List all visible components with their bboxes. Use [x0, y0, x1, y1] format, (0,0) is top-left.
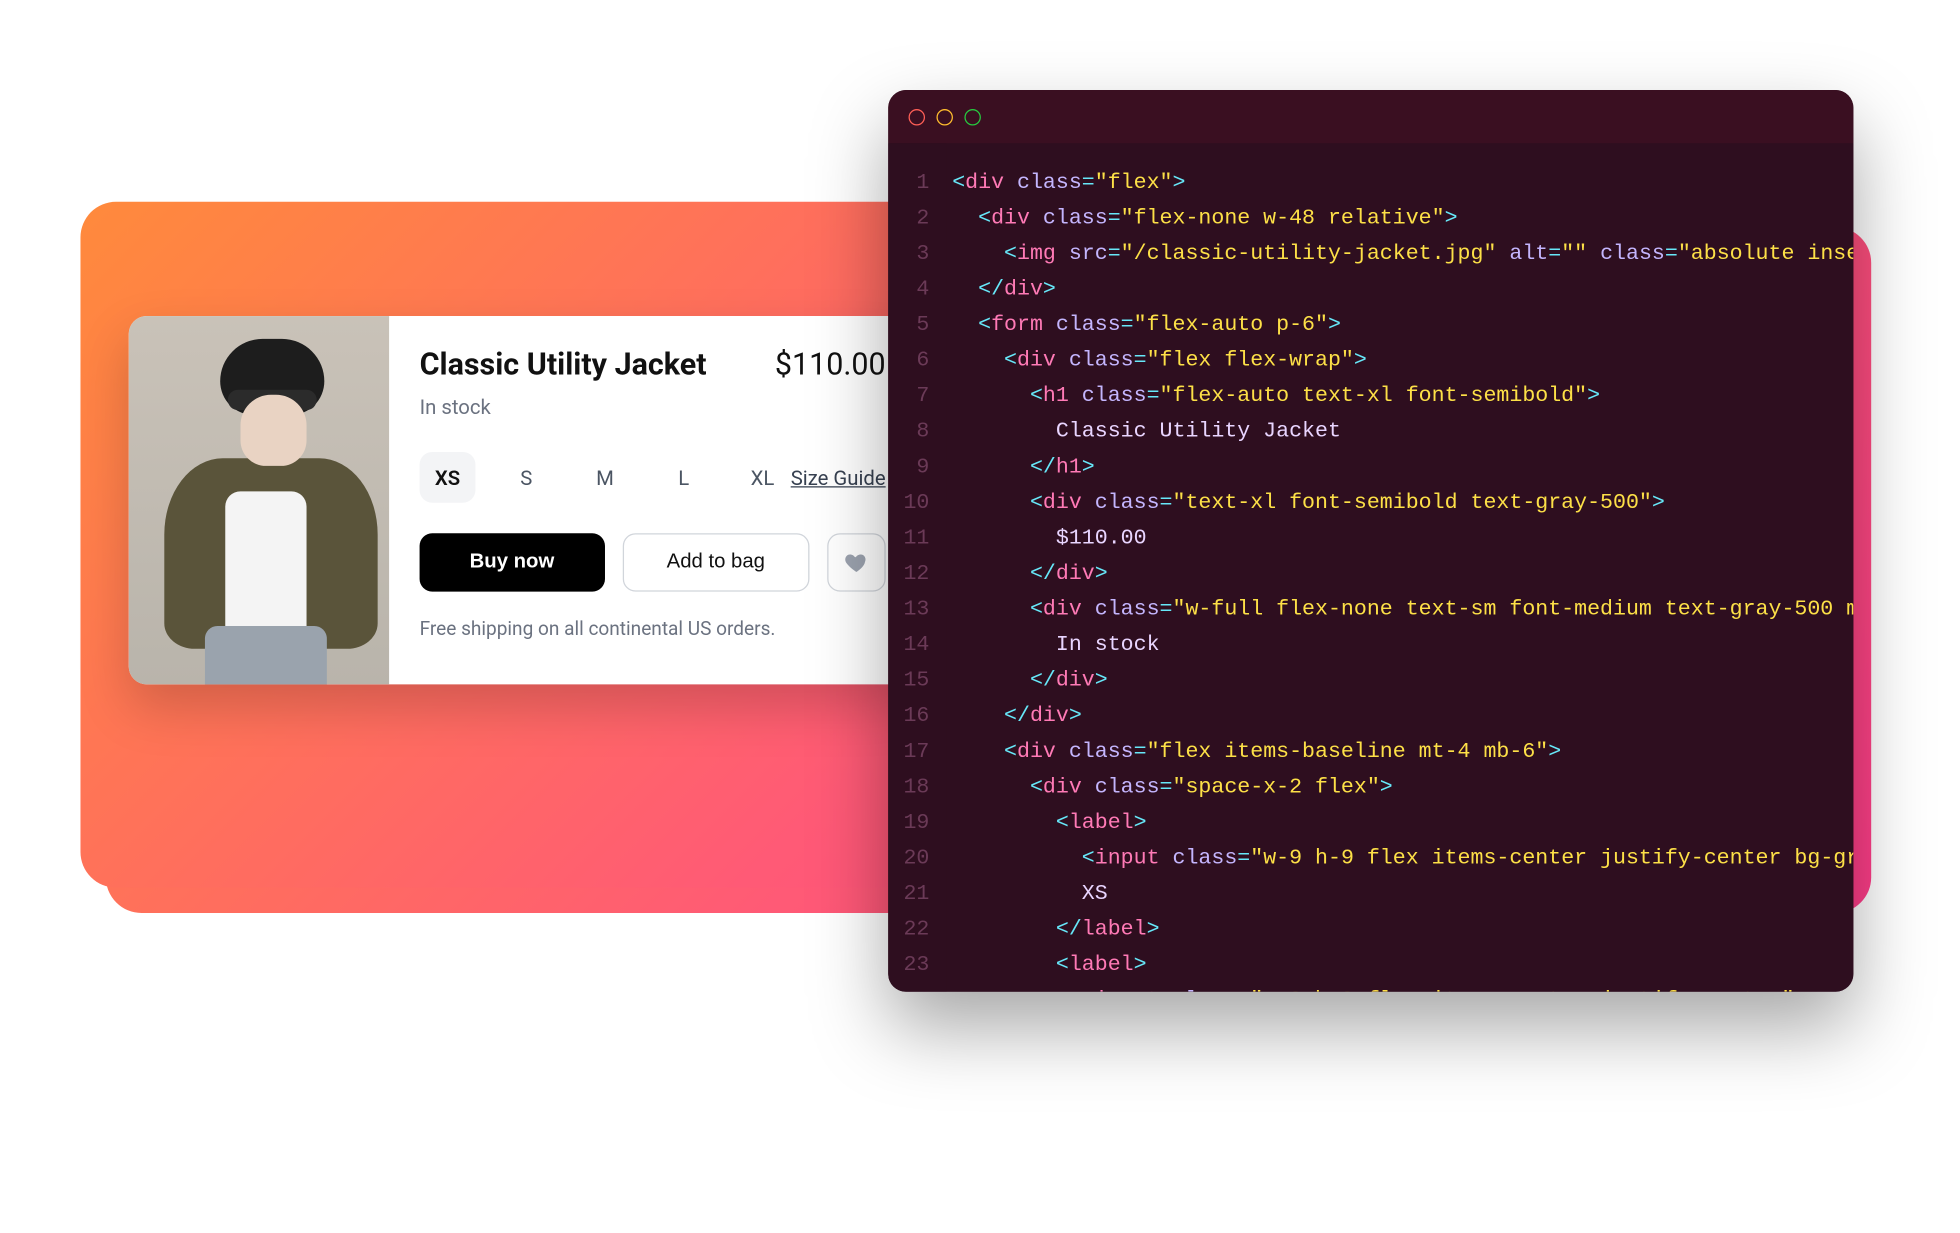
code-line: <div class="flex-none w-48 relative"> — [952, 202, 1828, 238]
favorite-button[interactable] — [827, 533, 885, 591]
window-close-icon[interactable] — [909, 108, 926, 125]
code-line: Classic Utility Jacket — [952, 415, 1828, 451]
line-number-gutter: 1 2 3 4 5 6 7 8 9 10 11 12 13 14 15 16 1… — [888, 143, 947, 991]
code-line: </div> — [952, 557, 1828, 593]
size-option-m[interactable]: M — [577, 452, 633, 503]
heart-icon — [844, 550, 869, 575]
code-line: <div class="text-xl font-semibold text-g… — [952, 486, 1828, 522]
window-titlebar — [888, 90, 1853, 143]
code-line: </div> — [952, 700, 1828, 736]
code-line: </div> — [952, 664, 1828, 700]
product-card: Classic Utility Jacket $110.00 In stock … — [129, 316, 916, 684]
code-line: </label> — [952, 913, 1828, 949]
code-line: <input class="w-9 h-9 flex items-center … — [952, 842, 1828, 878]
product-price: $110.00 — [775, 347, 886, 383]
stock-status: In stock — [420, 395, 886, 419]
code-line: $110.00 — [952, 522, 1828, 558]
code-line: <div class="space-x-2 flex"> — [952, 771, 1828, 807]
window-zoom-icon[interactable] — [964, 108, 981, 125]
code-line: <div class="flex items-baseline mt-4 mb-… — [952, 735, 1828, 771]
buy-now-button[interactable]: Buy now — [420, 533, 605, 591]
size-guide-link[interactable]: Size Guide — [791, 465, 886, 489]
size-selector: XS SML XL — [420, 452, 791, 503]
size-option-xl[interactable]: XL — [735, 452, 791, 503]
add-to-bag-button[interactable]: Add to bag — [622, 533, 809, 591]
code-line: <div class="flex"> — [952, 166, 1828, 202]
product-image — [129, 316, 389, 684]
code-line: <form class="flex-auto p-6"> — [952, 308, 1828, 344]
code-line: <label> — [952, 949, 1828, 985]
window-minimize-icon[interactable] — [936, 108, 953, 125]
shipping-note: Free shipping on all continental US orde… — [420, 617, 886, 640]
size-option-l[interactable]: L — [656, 452, 712, 503]
code-line: <label> — [952, 806, 1828, 842]
code-editor-window: 1 2 3 4 5 6 7 8 9 10 11 12 13 14 15 16 1… — [888, 90, 1853, 992]
code-line: </h1> — [952, 451, 1828, 487]
code-line: <input class="w-9 h-9 flex items-center … — [952, 984, 1828, 992]
product-title: Classic Utility Jacket — [420, 347, 707, 383]
code-line: <div class="flex flex-wrap"> — [952, 344, 1828, 380]
size-option-s[interactable]: S — [498, 452, 554, 503]
size-option-xs[interactable]: XS — [420, 452, 476, 503]
code-content: <div class="flex"> <div class="flex-none… — [947, 143, 1853, 991]
code-line: XS — [952, 877, 1828, 913]
code-line: In stock — [952, 628, 1828, 664]
code-line: <div class="w-full flex-none text-sm fon… — [952, 593, 1828, 629]
code-line: <img src="/classic-utility-jacket.jpg" a… — [952, 237, 1828, 273]
code-line: </div> — [952, 273, 1828, 309]
code-line: <h1 class="flex-auto text-xl font-semibo… — [952, 380, 1828, 416]
